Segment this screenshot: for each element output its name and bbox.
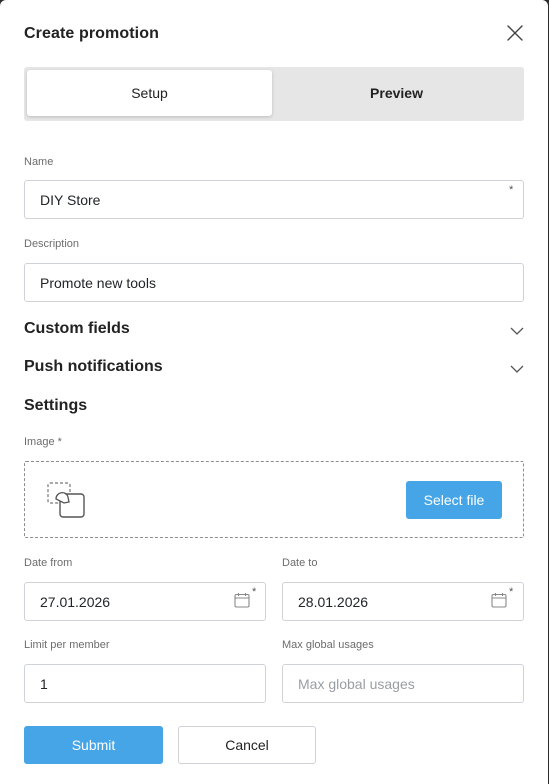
date-to-label: Date to — [282, 557, 318, 569]
image-label: Image * — [24, 436, 62, 448]
date-from-field[interactable]: 27.01.2026 — [24, 582, 266, 621]
name-value: DIY Store — [40, 191, 101, 208]
date-from-required-mark: * — [252, 586, 257, 598]
image-dropzone[interactable]: Select file — [24, 461, 524, 538]
max-global-usages-label: Max global usages — [282, 639, 374, 651]
calendar-icon[interactable] — [234, 592, 250, 608]
limit-per-member-value: 1 — [40, 675, 48, 692]
limit-per-member-field[interactable]: 1 — [24, 664, 266, 703]
description-label: Description — [24, 238, 80, 250]
chevron-down-icon[interactable] — [510, 323, 524, 335]
limit-per-member-label: Limit per member — [24, 639, 110, 651]
submit-button[interactable]: Submit — [24, 726, 163, 764]
select-file-button[interactable]: Select file — [406, 481, 502, 519]
custom-fields-header[interactable]: Custom fields — [24, 320, 130, 338]
image-upload-icon — [46, 481, 88, 521]
tab-preview[interactable]: Preview — [272, 70, 521, 116]
description-field[interactable]: Promote new tools — [24, 263, 524, 302]
date-to-required-mark: * — [509, 586, 514, 598]
date-from-label: Date from — [24, 557, 73, 569]
max-global-usages-field[interactable]: Max global usages — [282, 664, 524, 703]
tab-setup[interactable]: Setup — [27, 70, 272, 116]
settings-header: Settings — [24, 397, 88, 414]
modal-title: Create promotion — [24, 25, 159, 42]
tab-bar: Setup Preview — [24, 67, 524, 121]
date-from-value: 27.01.2026 — [40, 593, 111, 610]
name-required-mark: * — [509, 184, 514, 196]
date-to-field[interactable]: 28.01.2026 — [282, 582, 524, 621]
close-icon[interactable] — [505, 23, 525, 43]
max-global-usages-placeholder: Max global usages — [298, 675, 415, 692]
chevron-down-icon[interactable] — [510, 361, 524, 373]
date-to-value: 28.01.2026 — [298, 593, 369, 610]
name-label: Name — [24, 156, 54, 168]
name-field[interactable]: DIY Store — [24, 180, 524, 219]
description-value: Promote new tools — [40, 274, 156, 291]
push-notifications-header[interactable]: Push notifications — [24, 358, 163, 376]
calendar-icon[interactable] — [491, 592, 507, 608]
create-promotion-modal: Create promotion Setup Preview Name DIY … — [0, 0, 548, 784]
cancel-button[interactable]: Cancel — [178, 726, 316, 764]
